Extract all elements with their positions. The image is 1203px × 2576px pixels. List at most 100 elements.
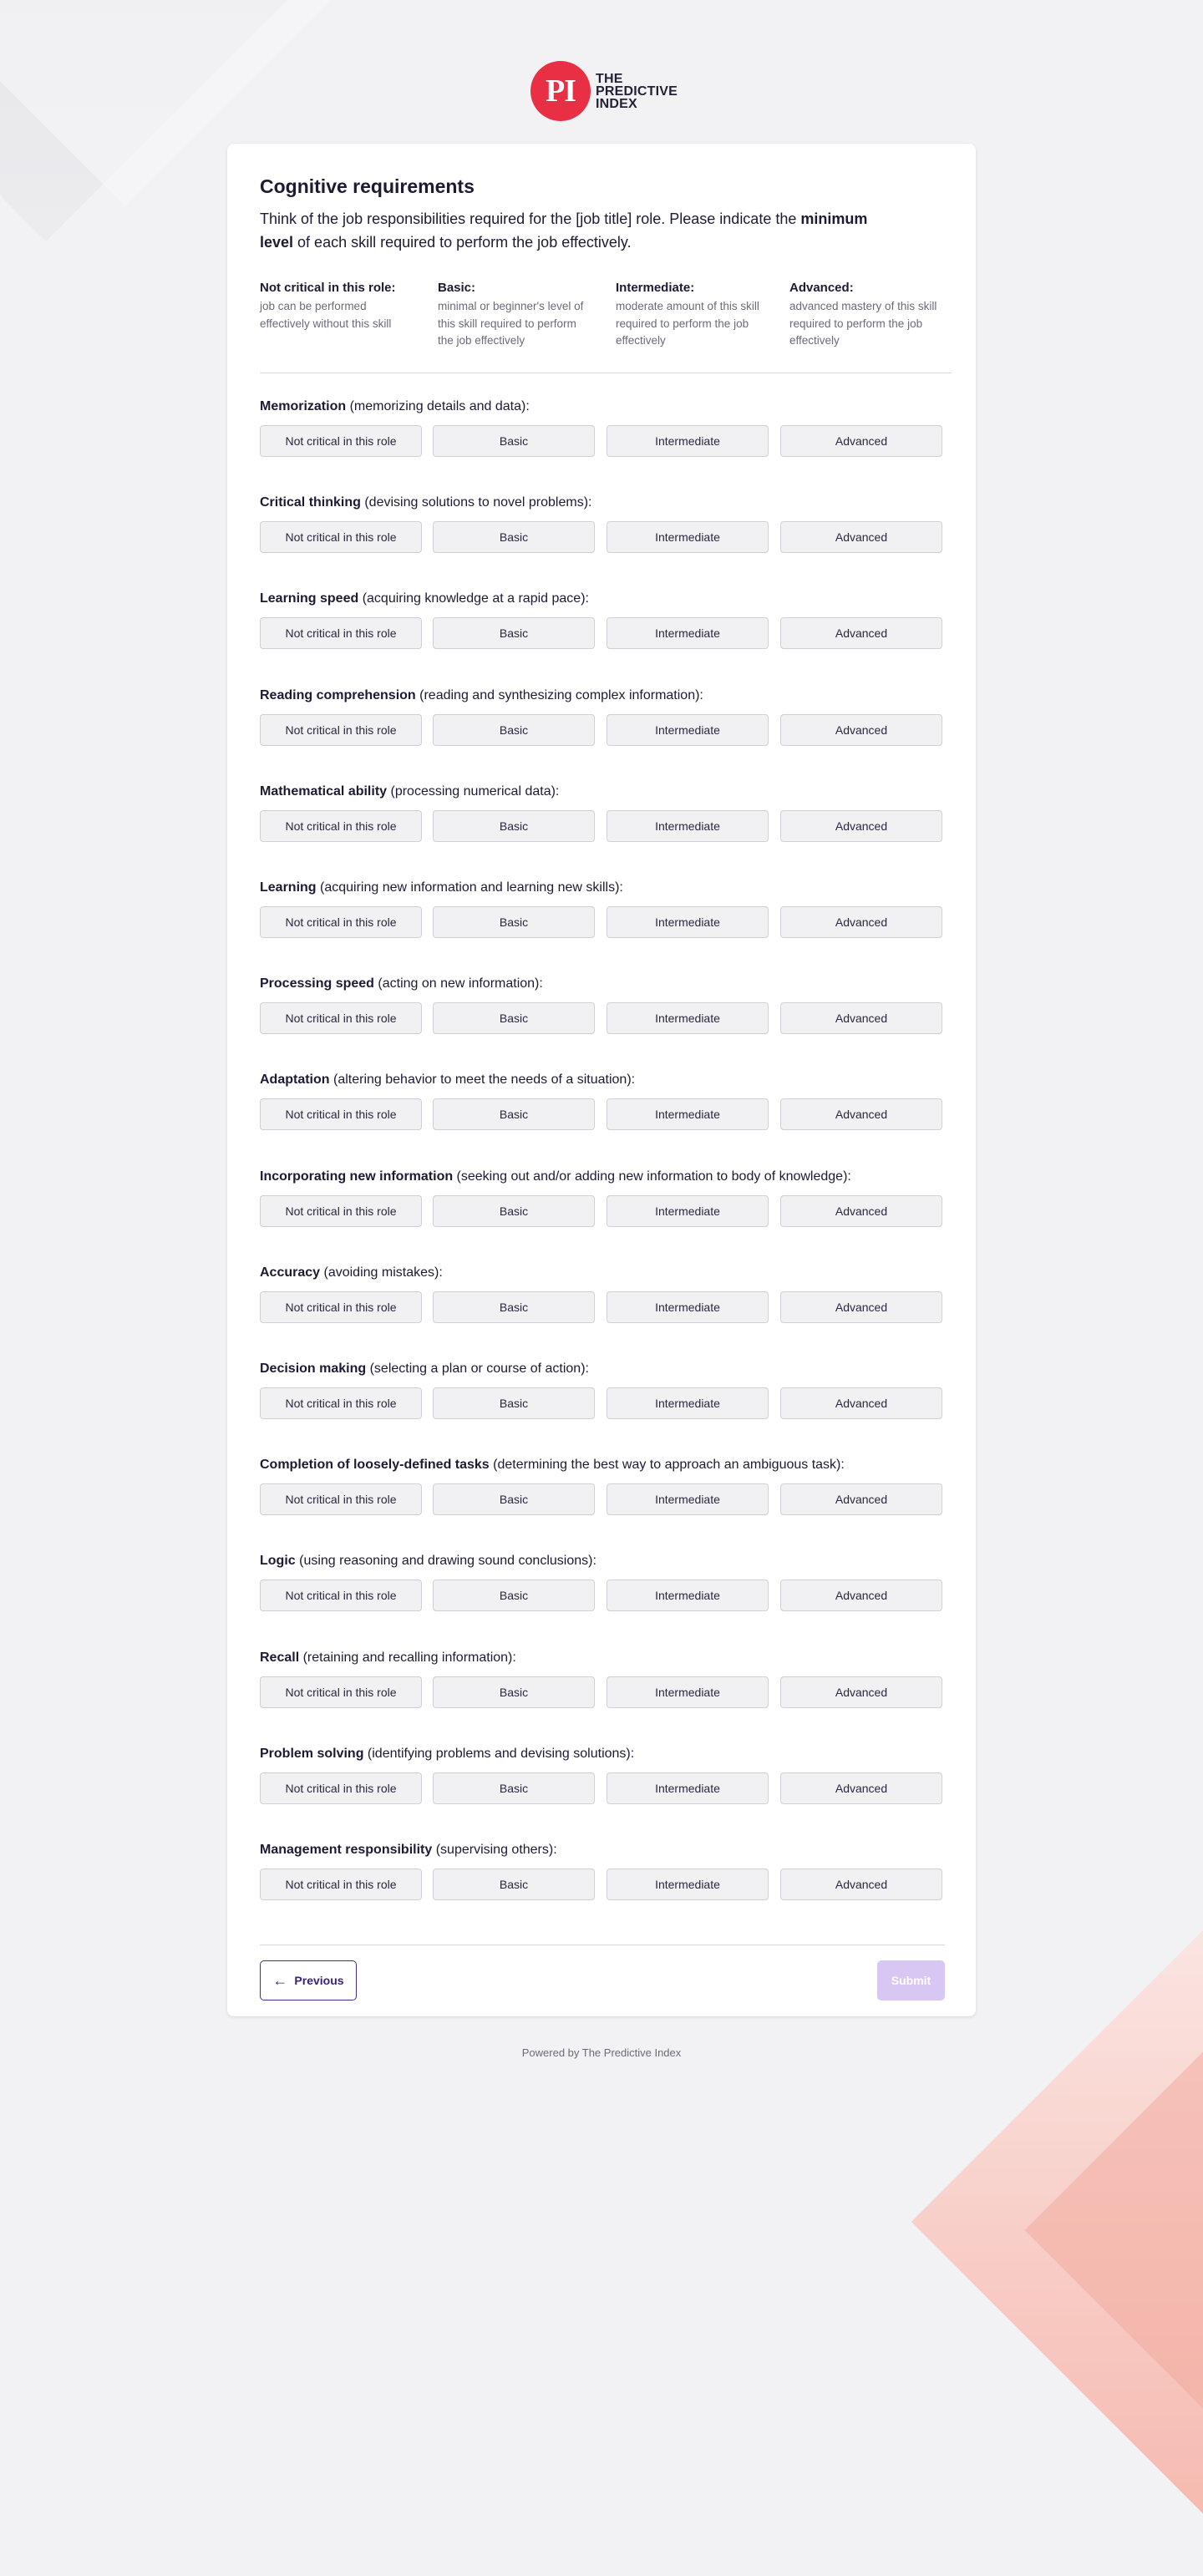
option-advanced-button[interactable]: Advanced — [780, 1772, 942, 1804]
option-not-critical-button[interactable]: Not critical in this role — [260, 714, 422, 746]
level-options: Not critical in this role Basic Intermedia… — [260, 810, 945, 844]
option-not-critical-button[interactable]: Not critical in this role — [260, 1580, 422, 1611]
option-advanced-button[interactable]: Advanced — [780, 810, 942, 842]
skill-name: Processing speed — [260, 976, 374, 991]
skill-description: (memorizing details and data): — [346, 399, 530, 413]
option-not-critical-button[interactable]: Not critical in this role — [260, 1387, 422, 1419]
skill-question-label: Management responsibility (supervising o… — [260, 1843, 557, 1858]
option-intermediate-button[interactable]: Intermediate — [607, 1580, 769, 1611]
option-advanced-button[interactable]: Advanced — [780, 425, 942, 457]
skill-question-label: Memorization (memorizing details and dat… — [260, 399, 530, 414]
logo-line: INDEX — [596, 96, 637, 111]
skill-description: (acquiring knowledge at a rapid pace): — [358, 591, 589, 606]
skill-name: Adaptation — [260, 1072, 330, 1087]
option-not-critical-button[interactable]: Not critical in this role — [260, 425, 422, 457]
option-advanced-button[interactable]: Advanced — [780, 1869, 942, 1900]
level-options: Not critical in this role Basic Intermedia… — [260, 1580, 945, 1613]
option-advanced-button[interactable]: Advanced — [780, 1195, 942, 1227]
option-basic-button[interactable]: Basic — [433, 1387, 595, 1419]
level-options: Not critical in this role Basic Intermedia… — [260, 906, 945, 940]
option-basic-button[interactable]: Basic — [433, 1869, 595, 1900]
option-basic-button[interactable]: Basic — [433, 810, 595, 842]
skill-name: Incorporating new information — [260, 1169, 454, 1184]
skill-name: Learning — [260, 880, 317, 895]
skill-description: (processing numerical data): — [387, 784, 560, 799]
option-basic-button[interactable]: Basic — [433, 617, 595, 649]
option-intermediate-button[interactable]: Intermediate — [607, 617, 769, 649]
skill-question-label: Incorporating new information (seeking o… — [260, 1169, 851, 1184]
option-intermediate-button[interactable]: Intermediate — [607, 1676, 769, 1708]
option-intermediate-button[interactable]: Intermediate — [607, 1772, 769, 1804]
option-intermediate-button[interactable]: Intermediate — [607, 1002, 769, 1034]
option-not-critical-button[interactable]: Not critical in this role — [260, 906, 422, 938]
option-advanced-button[interactable]: Advanced — [780, 1676, 942, 1708]
footer-powered-by: Powered by The Predictive Index — [521, 2046, 682, 2059]
option-not-critical-button[interactable]: Not critical in this role — [260, 1483, 422, 1515]
option-basic-button[interactable]: Basic — [433, 1676, 595, 1708]
option-advanced-button[interactable]: Advanced — [780, 1483, 942, 1515]
option-intermediate-button[interactable]: Intermediate — [607, 906, 769, 938]
option-basic-button[interactable]: Basic — [433, 1772, 595, 1804]
skill-description: (altering behavior to meet the needs of … — [329, 1072, 636, 1087]
option-not-critical-button[interactable]: Not critical in this role — [260, 1098, 422, 1130]
predictive-index-logo: PI THE PREDICTIVE INDEX — [530, 61, 678, 121]
option-basic-button[interactable]: Basic — [433, 1002, 595, 1034]
option-advanced-button[interactable]: Advanced — [780, 1291, 942, 1323]
legend-item-intermediate: Intermediate: moderate amount of this sk… — [616, 281, 766, 350]
option-not-critical-button[interactable]: Not critical in this role — [260, 1772, 422, 1804]
option-basic-button[interactable]: Basic — [433, 1580, 595, 1611]
option-basic-button[interactable]: Basic — [433, 1291, 595, 1323]
option-intermediate-button[interactable]: Intermediate — [607, 1483, 769, 1515]
logo-line: PREDICTIVE — [596, 84, 678, 99]
option-not-critical-button[interactable]: Not critical in this role — [260, 1676, 422, 1708]
option-basic-button[interactable]: Basic — [433, 714, 595, 746]
skill-question-label: Processing speed (acting on new informat… — [260, 976, 543, 991]
option-not-critical-button[interactable]: Not critical in this role — [260, 1869, 422, 1900]
option-advanced-button[interactable]: Advanced — [780, 1580, 942, 1611]
option-advanced-button[interactable]: Advanced — [780, 714, 942, 746]
skill-question: Learning speed (acquiring knowledge at a… — [260, 591, 952, 667]
option-not-critical-button[interactable]: Not critical in this role — [260, 521, 422, 553]
skill-description: (determining the best way to approach an… — [489, 1458, 845, 1472]
option-basic-button[interactable]: Basic — [433, 1195, 595, 1227]
level-options: Not critical in this role Basic Intermedia… — [260, 1291, 945, 1325]
skill-description: (acting on new information): — [373, 976, 543, 991]
option-intermediate-button[interactable]: Intermediate — [607, 1195, 769, 1227]
option-not-critical-button[interactable]: Not critical in this role — [260, 1002, 422, 1034]
option-not-critical-button[interactable]: Not critical in this role — [260, 810, 422, 842]
previous-button[interactable]: ← Previous — [260, 1960, 357, 2000]
option-intermediate-button[interactable]: Intermediate — [607, 810, 769, 842]
option-intermediate-button[interactable]: Intermediate — [607, 521, 769, 553]
level-options: Not critical in this role Basic Intermedia… — [260, 521, 945, 555]
option-advanced-button[interactable]: Advanced — [780, 906, 942, 938]
option-intermediate-button[interactable]: Intermediate — [607, 1387, 769, 1419]
option-not-critical-button[interactable]: Not critical in this role — [260, 1195, 422, 1227]
option-intermediate-button[interactable]: Intermediate — [607, 1098, 769, 1130]
skill-question: Problem solving (identifying problems an… — [260, 1747, 952, 1822]
option-not-critical-button[interactable]: Not critical in this role — [260, 617, 422, 649]
option-advanced-button[interactable]: Advanced — [780, 1002, 942, 1034]
skill-description: (identifying problems and devising solut… — [363, 1747, 635, 1761]
level-options: Not critical in this role Basic Intermedia… — [260, 1676, 945, 1710]
option-advanced-button[interactable]: Advanced — [780, 521, 942, 553]
skill-question: Completion of loosely-defined tasks (det… — [260, 1458, 952, 1533]
option-advanced-button[interactable]: Advanced — [780, 1098, 942, 1130]
option-advanced-button[interactable]: Advanced — [780, 1387, 942, 1419]
option-not-critical-button[interactable]: Not critical in this role — [260, 1291, 422, 1323]
option-intermediate-button[interactable]: Intermediate — [607, 714, 769, 746]
option-intermediate-button[interactable]: Intermediate — [607, 425, 769, 457]
arrow-left-icon: ← — [272, 1971, 288, 1989]
page-title: Cognitive requirements — [260, 175, 475, 197]
option-basic-button[interactable]: Basic — [433, 1098, 595, 1130]
option-advanced-button[interactable]: Advanced — [780, 617, 942, 649]
submit-button[interactable]: Submit — [877, 1960, 945, 2000]
option-basic-button[interactable]: Basic — [433, 1483, 595, 1515]
option-basic-button[interactable]: Basic — [433, 906, 595, 938]
option-basic-button[interactable]: Basic — [433, 521, 595, 553]
level-options: Not critical in this role Basic Intermedia… — [260, 617, 945, 651]
skill-question: Management responsibility (supervising o… — [260, 1843, 952, 1918]
skill-name: Logic — [260, 1554, 296, 1568]
option-basic-button[interactable]: Basic — [433, 425, 595, 457]
option-intermediate-button[interactable]: Intermediate — [607, 1291, 769, 1323]
option-intermediate-button[interactable]: Intermediate — [607, 1869, 769, 1900]
